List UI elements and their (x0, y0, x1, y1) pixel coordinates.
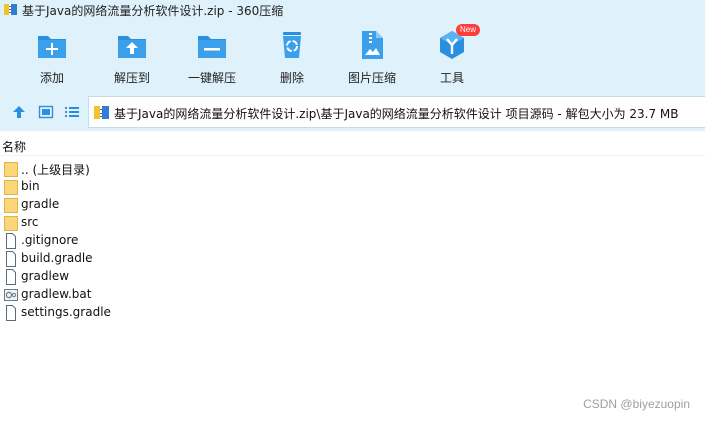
path-text: 基于Java的网络流量分析软件设计.zip\基于Java的网络流量分析软件设计 … (114, 107, 679, 121)
file-name: gradlew.bat (21, 287, 92, 301)
image-compress-icon (362, 31, 383, 59)
file-name: build.gradle (21, 251, 93, 265)
up-arrow-icon[interactable] (11, 104, 27, 120)
list-item[interactable]: settings.gradle (0, 304, 705, 322)
list-item-parent-directory[interactable]: .. (上级目录) (0, 160, 705, 178)
add-button[interactable]: 添加 (12, 27, 92, 91)
extract-to-button[interactable]: 解压到 (92, 27, 172, 91)
thumbnail-view-icon[interactable] (38, 104, 54, 120)
file-name: gradle (21, 197, 60, 211)
one-click-extract-label: 一键解压 (187, 71, 236, 85)
file-name: gradlew (21, 269, 70, 283)
tools-label: 工具 (439, 71, 464, 85)
file-name: settings.gradle (21, 305, 111, 319)
recycle-bin-icon (283, 32, 301, 58)
file-name: bin (21, 179, 40, 193)
folder-icon (4, 162, 18, 177)
list-item[interactable]: bin (0, 178, 705, 196)
new-badge: New (456, 24, 481, 36)
tools-button[interactable]: New 工具 (412, 24, 492, 91)
delete-label: 删除 (279, 71, 304, 85)
zip-archive-icon (94, 106, 109, 119)
image-compress-button[interactable]: 图片压缩 (332, 27, 412, 91)
one-click-extract-button[interactable]: 一键解压 (172, 27, 252, 91)
path-field[interactable]: 基于Java的网络流量分析软件设计.zip\基于Java的网络流量分析软件设计 … (88, 96, 705, 128)
title-bar: 基于Java的网络流量分析软件设计.zip - 360压缩 (0, 0, 705, 20)
add-folder-icon (38, 36, 66, 58)
folder-icon (4, 216, 18, 231)
file-name: .. (上级目录) (21, 163, 90, 177)
add-label: 添加 (39, 71, 64, 85)
zip-archive-icon (4, 4, 17, 15)
toolbar: 添加 解压到 一键解压 删除 图片压缩 New 工具 (0, 20, 705, 93)
list-header: 名称 (0, 136, 705, 156)
one-click-extract-icon (198, 36, 226, 58)
delete-button[interactable]: 删除 (252, 27, 332, 91)
list-item[interactable]: gradle (0, 196, 705, 214)
file-icon (6, 233, 16, 249)
folder-icon (4, 180, 18, 195)
header-divider (0, 155, 705, 156)
file-icon (6, 305, 16, 321)
address-bar: 基于Java的网络流量分析软件设计.zip\基于Java的网络流量分析软件设计 … (0, 93, 705, 131)
list-view-icon[interactable] (64, 104, 80, 120)
list-item[interactable]: .gitignore (0, 232, 705, 250)
window-title: 基于Java的网络流量分析软件设计.zip - 360压缩 (22, 4, 284, 18)
list-item[interactable]: src (0, 214, 705, 232)
batch-file-icon (4, 289, 18, 301)
list-item[interactable]: gradlew.bat (0, 286, 705, 304)
column-name-header[interactable]: 名称 (2, 138, 26, 155)
file-name: .gitignore (21, 233, 79, 247)
list-item[interactable]: gradlew (0, 268, 705, 286)
extract-folder-icon (118, 36, 146, 58)
extract-to-label: 解压到 (113, 71, 150, 85)
folder-icon (4, 198, 18, 213)
file-icon (6, 251, 16, 267)
file-icon (6, 269, 16, 285)
watermark: CSDN @biyezuopin (583, 397, 690, 411)
list-item[interactable]: build.gradle (0, 250, 705, 268)
image-compress-label: 图片压缩 (347, 71, 396, 85)
file-name: src (21, 215, 39, 229)
